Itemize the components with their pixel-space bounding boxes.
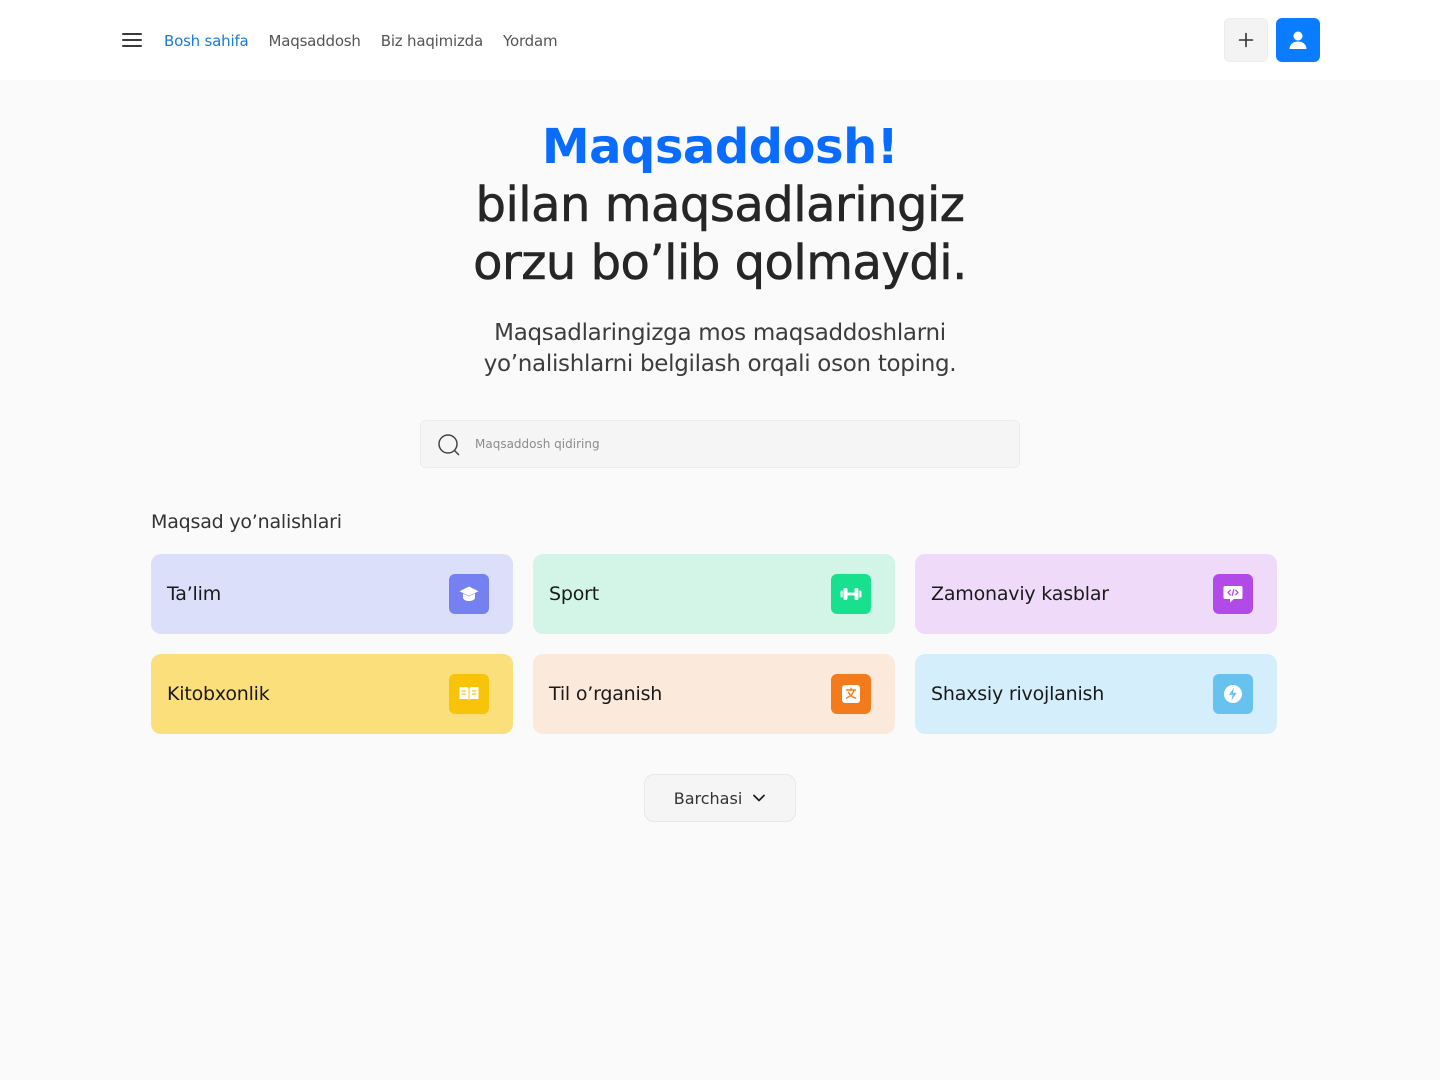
show-all-button[interactable]: Barchasi [644,774,796,822]
add-button[interactable] [1224,18,1268,62]
lightning-icon [1213,674,1253,714]
hero-brand: Maqsaddosh! [541,119,899,175]
category-label: Shaxsiy rivojlanish [931,683,1105,705]
dumbbell-icon [831,574,871,614]
translate-icon [831,674,871,714]
nav-link-maqsaddosh[interactable]: Maqsaddosh [269,30,361,52]
category-grid: Ta’lim Sport Zamonaviy kasblar Kitobxonl… [151,554,1277,734]
category-label: Zamonaviy kasblar [931,583,1109,605]
category-card-til-organish[interactable]: Til o’rganish [533,654,895,734]
user-icon [1289,31,1307,49]
code-chat-icon [1213,574,1253,614]
show-all-label: Barchasi [673,788,743,808]
hero-subtitle: Maqsadlaringizga mos maqsaddoshlarni yo’… [0,318,1440,380]
profile-button[interactable] [1276,18,1320,62]
book-icon [449,674,489,714]
search-input[interactable] [475,421,1005,467]
hero-line-2: orzu bo’lib qolmaydi. [473,235,968,292]
category-card-zamonaviy-kasblar[interactable]: Zamonaviy kasblar [915,554,1277,634]
category-label: Til o’rganish [549,683,663,705]
nav-link-help[interactable]: Yordam [503,30,558,52]
main-nav: Bosh sahifa Maqsaddosh Biz haqimizda Yor… [164,30,558,52]
search-icon [438,434,460,456]
graduation-cap-icon [449,574,489,614]
hamburger-menu-icon[interactable] [120,30,144,50]
plus-icon [1238,32,1254,48]
nav-link-about[interactable]: Biz haqimizda [381,30,483,52]
category-card-kitobxonlik[interactable]: Kitobxonlik [151,654,513,734]
hero-heading: Maqsaddosh! bilan maqsadlaringiz orzu bo… [0,118,1440,292]
top-navigation-bar: Bosh sahifa Maqsaddosh Biz haqimizda Yor… [0,0,1440,80]
search-box[interactable] [420,420,1020,468]
category-label: Sport [549,583,600,605]
category-label: Kitobxonlik [167,683,270,705]
category-card-shaxsiy-rivojlanish[interactable]: Shaxsiy rivojlanish [915,654,1277,734]
category-label: Ta’lim [167,583,222,605]
category-card-talim[interactable]: Ta’lim [151,554,513,634]
hero-subtitle-line-2: yo’nalishlarni belgilash orqali oson top… [483,351,957,377]
category-card-sport[interactable]: Sport [533,554,895,634]
nav-link-home[interactable]: Bosh sahifa [164,30,249,52]
chevron-down-icon [753,794,766,802]
categories-heading: Maqsad yo’nalishlari [151,511,342,533]
hero-line-1: bilan maqsadlaringiz [475,177,965,234]
hero-subtitle-line-1: Maqsadlaringizga mos maqsaddoshlarni [494,320,946,346]
